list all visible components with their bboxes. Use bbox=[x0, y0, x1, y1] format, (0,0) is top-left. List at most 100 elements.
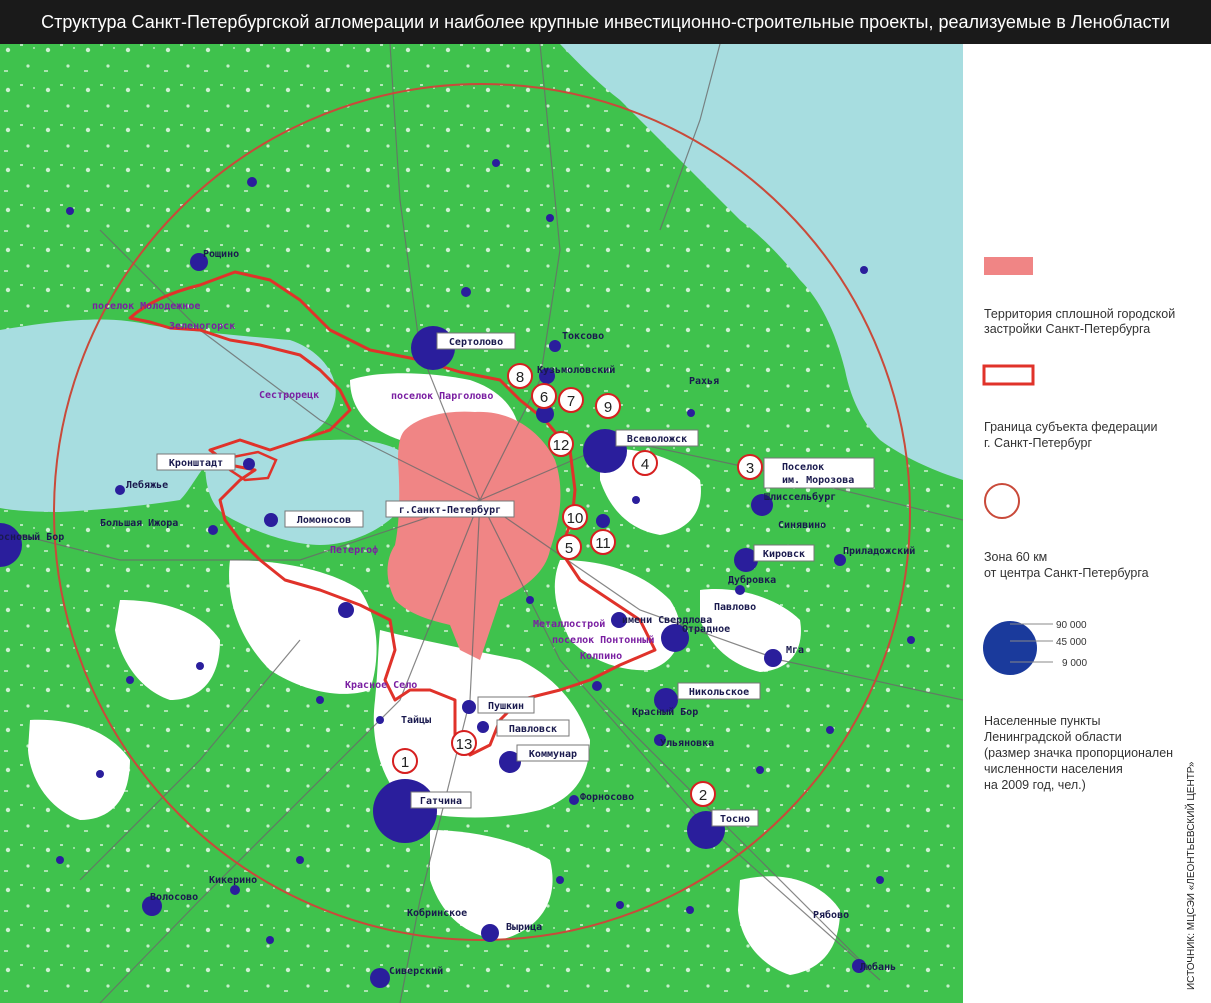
label-toksovo: Токсово bbox=[562, 331, 604, 342]
settlement-marker bbox=[196, 662, 204, 670]
settlement-marker bbox=[826, 726, 834, 734]
settlement-marker bbox=[66, 207, 74, 215]
label-kikerino: Кикерино bbox=[209, 875, 257, 886]
legend-zone-line1: Зона 60 км bbox=[984, 550, 1048, 564]
label-spb: г.Санкт-Петербург bbox=[399, 504, 501, 516]
project-marker-8: 8 bbox=[507, 363, 533, 389]
settlement-marker bbox=[376, 716, 384, 724]
label-kronshtadt: Кронштадт bbox=[169, 458, 223, 469]
label-tosno: Тосно bbox=[720, 814, 750, 825]
project-marker-2: 2 bbox=[690, 781, 716, 807]
label-ryabovo: Рябово bbox=[813, 909, 849, 921]
legend-pop-45000: 45 000 bbox=[1056, 637, 1087, 648]
settlement-marker bbox=[756, 766, 764, 774]
settlement-marker bbox=[860, 266, 868, 274]
settlement-marker bbox=[735, 585, 745, 595]
label-petergof: Петергоф bbox=[330, 544, 378, 556]
legend-border-swatch bbox=[982, 364, 1035, 386]
project-number: 1 bbox=[401, 754, 409, 771]
settlement-marker bbox=[764, 649, 782, 667]
label-kobrinskoe: Кобринское bbox=[407, 907, 467, 919]
map-title: Структура Санкт-Петербургской агломераци… bbox=[0, 0, 1211, 44]
legend-settl-line5: на 2009 год, чел.) bbox=[984, 778, 1086, 792]
project-number: 13 bbox=[456, 736, 473, 753]
settlement-marker bbox=[686, 906, 694, 914]
label-pushkin: Пушкин bbox=[488, 701, 524, 712]
project-number: 4 bbox=[641, 456, 649, 473]
settlement-marker bbox=[687, 409, 695, 417]
settlement-marker bbox=[230, 885, 240, 895]
label-gatchina: Гатчина bbox=[420, 796, 462, 807]
label-otradnoe: Отрадное bbox=[682, 624, 730, 635]
source-credit: ИСТОЧНИК: МЦСЭИ «ЛЕОНТЬЕВСКИЙ ЦЕНТР» bbox=[1186, 761, 1197, 990]
settlement-marker bbox=[462, 700, 476, 714]
label-nikolskoe: Никольское bbox=[689, 687, 749, 698]
settlement-marker bbox=[481, 924, 499, 942]
legend-pop-9000: 9 000 bbox=[1062, 658, 1088, 669]
label-lebyazhye: Лебяжье bbox=[126, 479, 168, 491]
label-roshino: Рощино bbox=[203, 249, 239, 260]
label-pargolovo: поселок Парголово bbox=[391, 391, 493, 402]
legend-settl-line3: (размер значка пропорционален bbox=[984, 746, 1174, 760]
legend-symbols bbox=[982, 257, 1053, 675]
settlement-marker bbox=[546, 214, 554, 222]
settlement-marker bbox=[126, 676, 134, 684]
project-marker-3: 3 bbox=[737, 454, 763, 480]
project-number: 11 bbox=[595, 535, 611, 552]
project-number: 2 bbox=[699, 787, 707, 804]
legend-settl-line4: численности населения bbox=[984, 762, 1123, 776]
settlement-marker bbox=[556, 876, 564, 884]
project-number: 12 bbox=[553, 437, 570, 454]
label-krasnoe-selo: Красное Село bbox=[345, 680, 417, 691]
settlement-marker bbox=[370, 968, 390, 988]
settlement-marker bbox=[264, 513, 278, 527]
project-number: 6 bbox=[540, 389, 548, 406]
settlement-marker bbox=[876, 876, 884, 884]
label-kommunar: Коммунар bbox=[529, 749, 577, 760]
settlement-marker bbox=[243, 458, 255, 470]
label-rakhya: Рахья bbox=[689, 376, 719, 387]
label-sestroretsk: Сестрорецк bbox=[259, 390, 319, 401]
map-canvas[interactable]: 1 2 3 4 5 6 7 8 9 10 11 12 13 Сертолово … bbox=[0, 44, 963, 1003]
label-shlisselburg: Шлиссельбург bbox=[764, 491, 836, 503]
settlement-marker bbox=[616, 901, 624, 909]
settlement-marker bbox=[569, 795, 579, 805]
label-sosnovy-bor: Сосновый Бор bbox=[0, 531, 64, 543]
label-pavlovo: Павлово bbox=[714, 602, 756, 613]
label-lyuban: Любань bbox=[860, 961, 896, 973]
label-lomonosov: Ломоносов bbox=[297, 515, 351, 526]
legend-settl-line1: Населенные пункты bbox=[984, 714, 1101, 728]
label-kolpino: Колпино bbox=[580, 651, 622, 662]
legend-pop-90000: 90 000 bbox=[1056, 620, 1087, 631]
project-number: 8 bbox=[516, 369, 524, 386]
settlement-marker bbox=[907, 636, 915, 644]
label-krasny-bor: Красный Бор bbox=[632, 706, 698, 718]
project-marker-11: 11 bbox=[590, 529, 616, 555]
label-siversky: Сиверский bbox=[389, 965, 443, 977]
label-morozova-line2: им. Морозова bbox=[782, 475, 854, 486]
settlement-marker bbox=[549, 340, 561, 352]
settlement-marker bbox=[526, 596, 534, 604]
settlement-marker bbox=[115, 485, 125, 495]
label-priladozhsky: Приладожский bbox=[843, 545, 915, 557]
label-vsevolozhsk: Всеволожск bbox=[627, 434, 687, 445]
label-sinyavino: Синявино bbox=[778, 520, 826, 531]
label-sertolovo: Сертолово bbox=[449, 337, 503, 348]
label-kuzmolovsky: Кузьмоловский bbox=[537, 364, 615, 376]
project-marker-4: 4 bbox=[632, 450, 658, 476]
label-ulyanovka: Ульяновка bbox=[660, 738, 714, 749]
label-taitsy: Тайцы bbox=[401, 714, 431, 726]
label-dubrovka: Дубровка bbox=[728, 574, 776, 586]
settlement-marker bbox=[373, 779, 437, 843]
legend-border-line1: Граница субъекта федерации bbox=[984, 420, 1158, 434]
settlement-marker bbox=[208, 525, 218, 535]
project-number: 5 bbox=[565, 540, 573, 557]
settlement-marker bbox=[296, 856, 304, 864]
project-marker-6: 6 bbox=[531, 383, 557, 409]
settlement-marker bbox=[56, 856, 64, 864]
map-area[interactable]: 1 2 3 4 5 6 7 8 9 10 11 12 13 Сертолово … bbox=[0, 44, 963, 1003]
settlement-marker bbox=[461, 287, 471, 297]
legend-zone-swatch bbox=[984, 483, 1020, 519]
settlement-marker bbox=[316, 696, 324, 704]
label-vyritsa: Вырица bbox=[506, 922, 542, 933]
